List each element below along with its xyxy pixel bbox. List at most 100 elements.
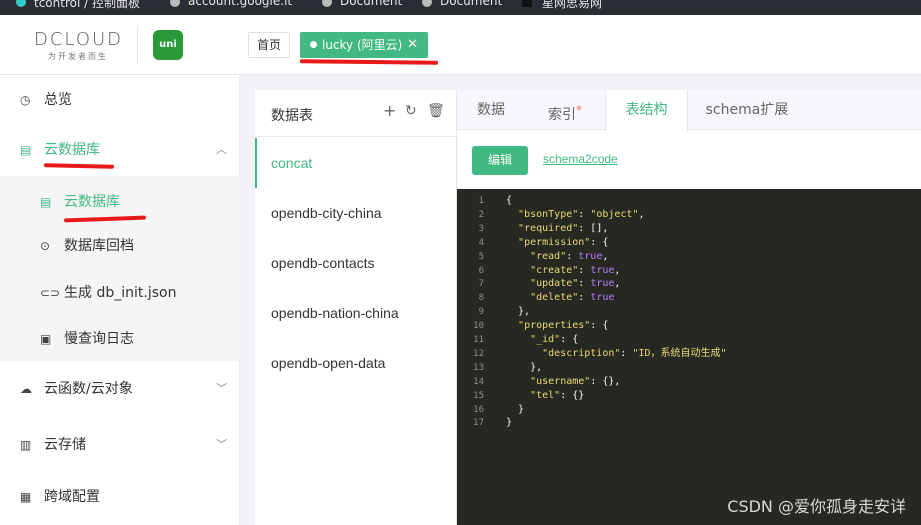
line-number: 1 <box>478 196 484 206</box>
table-item-concat[interactable]: concat <box>255 138 457 188</box>
restore-icon: ⊙ <box>40 239 51 253</box>
chevron-down-icon: ﹀ <box>216 382 227 395</box>
settings-icon: ▦ <box>20 490 32 504</box>
code-line: 9 }, <box>457 305 921 319</box>
edit-button[interactable]: 编辑 <box>472 146 528 175</box>
database-submenu: ▤ 云数据库 ⊙ 数据库回档 ⊂⊃ 生成 db_init.json ▣ 慢查询日… <box>0 176 240 361</box>
submenu-item-label: 慢查询日志 <box>64 331 134 347</box>
logo-slogan: 为开发者而生 <box>48 52 108 61</box>
submenu-item-slow-query-log[interactable]: ▣ 慢查询日志 <box>0 316 240 362</box>
code-line: 4 "permission": { <box>457 236 921 250</box>
code-text: "username": {}, <box>530 375 621 387</box>
line-number: 2 <box>478 209 484 220</box>
code-text: }, <box>506 361 543 373</box>
schema-code-editor[interactable]: 1{2 "bsonType": "object", 3 "required": [… <box>457 189 921 525</box>
code-text: "required": [], <box>518 222 609 234</box>
logo-text: DCLOUD <box>34 29 124 50</box>
clock-icon: ◷ <box>20 93 31 107</box>
submenu-item-db-rollback[interactable]: ⊙ 数据库回档 <box>0 223 240 269</box>
sidebar-item-label: 云存储 <box>44 437 86 453</box>
sidebar-item-overview[interactable]: ◷ 总览 <box>0 75 240 125</box>
table-item[interactable]: opendb-open-data <box>255 338 457 388</box>
sidebar-item-cloud-storage[interactable]: ▥ 云存储 ﹀ <box>0 420 240 470</box>
link-icon: ⊂⊃ <box>40 286 61 300</box>
line-number: 10 <box>473 321 484 332</box>
code-line: 13 }, <box>457 361 921 375</box>
code-text: "properties": { <box>518 320 609 332</box>
sidebar-item-cloud-database[interactable]: ▤ 云数据库 ︿ <box>0 125 240 175</box>
code-text: "bsonType": "object", <box>518 208 645 220</box>
header-divider <box>137 27 138 63</box>
chevron-up-icon: ︿ <box>216 143 227 156</box>
code-line: 1{ <box>457 194 921 208</box>
uni-logo[interactable]: uni <box>153 30 183 60</box>
line-number: 16 <box>473 404 484 415</box>
code-text: }, <box>506 306 531 318</box>
table-item[interactable]: opendb-nation-china <box>255 288 457 338</box>
code-text: "create": true, <box>530 264 621 276</box>
tables-panel: 数据表 + ↻ 🗑 concat opendb-city-china opend… <box>255 90 457 525</box>
code-line: 11 "_id": { <box>457 333 921 347</box>
dcloud-logo[interactable]: DCLOUD 为开发者而生 <box>34 29 126 63</box>
bookmark-item[interactable]: account.google.it <box>188 0 292 8</box>
code-text: "tel": {} <box>530 389 585 401</box>
code-text: "description": "ID，系统自动生成" <box>542 347 727 359</box>
line-number: 15 <box>473 390 484 401</box>
sidebar: ◷ 总览 ▤ 云数据库 ︿ ▤ 云数据库 ⊙ 数据库回档 ⊂⊃ 生成 db_in… <box>0 75 240 525</box>
line-number: 11 <box>473 335 484 345</box>
sidebar-item-label: 总览 <box>44 92 72 108</box>
line-number: 17 <box>473 418 484 429</box>
bookmark-item[interactable]: 星网思易网 <box>542 0 602 11</box>
table-item[interactable]: opendb-contacts <box>255 238 457 288</box>
code-text: "delete": true <box>530 292 615 304</box>
refresh-icon[interactable]: ↻ <box>405 103 417 119</box>
detail-tabs: 数据 索引* 表结构 schema扩展 <box>457 90 921 131</box>
line-number: 6 <box>478 265 484 276</box>
bookmark-item[interactable]: Document <box>340 0 402 8</box>
bookmark-icon <box>422 0 432 7</box>
tab-table-structure[interactable]: 表结构 <box>605 90 688 131</box>
bookmark-item[interactable]: Document <box>440 0 502 8</box>
table-detail-panel: 数据 索引* 表结构 schema扩展 编辑 schema2code 1{2 "… <box>457 90 921 525</box>
code-line: 17} <box>457 416 921 430</box>
sidebar-item-label: 云函数/云对象 <box>44 381 133 397</box>
storage-icon: ▥ <box>20 438 32 452</box>
submenu-item-label: 数据库回档 <box>64 238 134 254</box>
tab-home[interactable]: 首页 <box>248 32 290 58</box>
sidebar-item-cloud-functions[interactable]: ☁ 云函数/云对象 ﹀ <box>0 364 240 414</box>
code-text: "update": true, <box>530 278 621 290</box>
log-icon: ▣ <box>40 332 52 346</box>
tab-space-lucky[interactable]: lucky (阿里云) ✕ <box>300 32 428 58</box>
code-text: "permission": { <box>518 236 609 248</box>
bookmark-icon <box>170 0 180 7</box>
tab-data[interactable]: 数据 <box>457 90 525 130</box>
bookmark-item[interactable]: tcontrol / 控制面板 <box>34 0 140 11</box>
tables-panel-header: 数据表 + ↻ 🗑 <box>255 90 457 137</box>
line-number: 3 <box>478 223 484 234</box>
main-content: 数据表 + ↻ 🗑 concat opendb-city-china opend… <box>240 75 921 525</box>
trash-icon[interactable]: 🗑 <box>427 103 445 119</box>
sidebar-item-cors-config[interactable]: ▦ 跨域配置 <box>0 472 240 522</box>
tab-label: 索引 <box>548 107 576 123</box>
code-text: } <box>506 403 525 415</box>
sidebar-item-label: 跨域配置 <box>44 489 100 505</box>
close-icon[interactable]: ✕ <box>407 32 418 58</box>
code-text: } <box>506 417 513 429</box>
table-item[interactable]: opendb-city-china <box>255 188 457 238</box>
tab-schema-extension[interactable]: schema扩展 <box>688 90 806 130</box>
code-line: 15 "tel": {} <box>457 389 921 403</box>
tables-title: 数据表 <box>271 108 313 124</box>
line-number: 13 <box>473 362 484 373</box>
code-line: 14 "username": {}, <box>457 375 921 389</box>
schema2code-link[interactable]: schema2code <box>543 152 618 166</box>
add-table-icon[interactable]: + <box>383 103 396 119</box>
code-text: "read": true, <box>530 250 609 262</box>
code-line: 12 "description": "ID，系统自动生成" <box>457 347 921 361</box>
tab-indexes[interactable]: 索引* <box>525 90 605 130</box>
code-text: { <box>506 195 513 206</box>
code-line: 8 "delete": true <box>457 291 921 305</box>
submenu-item-generate-db-init[interactable]: ⊂⊃ 生成 db_init.json <box>0 270 240 316</box>
bookmark-icon <box>16 0 26 7</box>
code-line: 3 "required": [], <box>457 222 921 236</box>
line-number: 9 <box>478 307 484 318</box>
